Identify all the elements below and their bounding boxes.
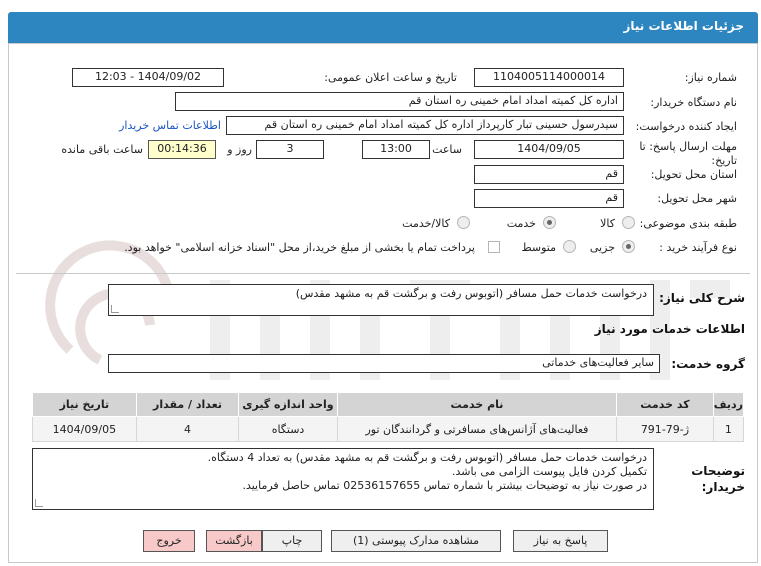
col-row-header: ردیف — [712, 392, 745, 417]
services-table: ردیف کد خدمت نام خدمت واحد اندازه گیری ت… — [32, 392, 745, 442]
view-attachments-button[interactable]: مشاهده مدارک پیوستی (1) — [331, 530, 501, 552]
buyer-notes-textarea[interactable]: درخواست خدمات حمل مسافر (اتوبوس رفت و بر… — [32, 448, 654, 510]
category-label: طبقه بندی موضوعی: — [639, 217, 737, 230]
services-section-title: اطلاعات خدمات مورد نیاز — [594, 322, 745, 336]
category-radio-goods-service[interactable] — [457, 216, 470, 229]
cell-name: فعالیت‌های آژانس‌های مسافرتی و گردانندگا… — [336, 416, 618, 442]
col-qty-header: تعداد / مقدار — [135, 392, 240, 417]
resize-handle-icon[interactable] — [111, 305, 119, 313]
need-number-label: شماره نیاز: — [684, 71, 737, 84]
cell-date: 1404/09/05 — [32, 416, 137, 442]
need-summary-text: درخواست خدمات حمل مسافر (اتوبوس رفت و بر… — [295, 287, 647, 300]
cell-row: 1 — [712, 416, 745, 442]
print-button[interactable]: چاپ — [262, 530, 322, 552]
service-group-label: گروه خدمت: — [671, 357, 745, 371]
col-unit-header: واحد اندازه گیری — [238, 392, 338, 417]
province-field: قم — [474, 165, 624, 184]
service-group-field: سایر فعالیت‌های خدماتی — [108, 354, 660, 373]
purchase-option-medium: متوسط — [521, 241, 556, 254]
col-name-header: نام خدمت — [336, 392, 618, 417]
need-summary-textarea[interactable]: درخواست خدمات حمل مسافر (اتوبوس رفت و بر… — [108, 284, 654, 316]
table-row: 1 ژ-79-791 فعالیت‌های آژانس‌های مسافرتی … — [32, 416, 745, 442]
buyer-notes-line: درخواست خدمات حمل مسافر (اتوبوس رفت و بر… — [207, 451, 647, 464]
creator-field: سیدرسول حسینی تبار کارپرداز اداره کل کمی… — [226, 116, 624, 135]
contact-info-link[interactable]: اطلاعات تماس خریدار — [119, 119, 221, 132]
purchase-radio-medium[interactable] — [563, 240, 576, 253]
purchase-option-minor: جزیی — [589, 241, 615, 254]
col-code-header: کد خدمت — [616, 392, 714, 417]
buyer-notes-label: توضیحات خریدار: — [691, 464, 745, 494]
resize-handle-icon[interactable] — [35, 499, 43, 507]
page-header: جزئیات اطلاعات نیاز — [8, 12, 758, 43]
reply-button[interactable]: پاسخ به نیاز — [513, 530, 608, 552]
city-label: شهر محل تحویل: — [657, 192, 737, 205]
col-date-header: تاریخ نیاز — [32, 392, 137, 417]
announce-date-field: 1404/09/02 - 12:03 — [72, 68, 224, 87]
city-field: قم — [474, 189, 624, 208]
deadline-time-field: 13:00 — [362, 140, 430, 159]
exit-button[interactable]: خروج — [143, 530, 195, 552]
remaining-time-field: 00:14:36 — [148, 140, 216, 159]
days-label: روز و — [227, 143, 252, 156]
buyer-notes-line: در صورت نیاز به توضیحات بیشتر با شماره ت… — [242, 479, 647, 492]
days-remaining-field: 3 — [256, 140, 324, 159]
province-label: استان محل تحویل: — [650, 168, 737, 181]
treasury-payment-note: پرداخت تمام یا بخشی از مبلغ خرید،از محل … — [124, 241, 475, 254]
purchase-radio-minor[interactable] — [622, 240, 635, 253]
page-title: جزئیات اطلاعات نیاز — [623, 19, 744, 33]
purchase-type-label: نوع فرآیند خرید : — [659, 241, 737, 254]
creator-label: ایجاد کننده درخواست: — [635, 120, 737, 133]
deadline-date-field: 1404/09/05 — [474, 140, 624, 159]
cell-qty: 4 — [135, 416, 240, 442]
deadline-hour-label: ساعت — [432, 143, 462, 156]
category-radio-service[interactable] — [543, 216, 556, 229]
cell-code: ژ-79-791 — [616, 416, 714, 442]
category-option-goods-service: کالا/خدمت — [402, 217, 450, 230]
cell-unit: دستگاه — [238, 416, 338, 442]
need-number-field: 1104005114000014 — [474, 68, 624, 87]
deadline-label: مهلت ارسال پاسخ: تا تاریخ: — [639, 140, 737, 167]
need-summary-label: شرح کلی نیاز: — [659, 291, 745, 305]
section-divider — [16, 273, 750, 274]
page: جزئیات اطلاعات نیاز شماره نیاز: 11040051… — [0, 0, 761, 566]
buyer-notes-line: تکمیل کردن فایل پیوست الزامی می باشد. — [451, 465, 647, 478]
back-button[interactable]: بازگشت — [206, 530, 262, 552]
announce-date-label: تاریخ و ساعت اعلان عمومی: — [324, 71, 457, 84]
category-radio-goods[interactable] — [622, 216, 635, 229]
category-option-goods: کالا — [600, 217, 615, 230]
category-option-service: خدمت — [506, 217, 536, 230]
treasury-payment-checkbox[interactable] — [488, 241, 500, 253]
buyer-org-field: اداره کل کمیته امداد امام خمینی ره استان… — [175, 92, 624, 111]
remaining-time-label: ساعت باقی مانده — [61, 143, 143, 156]
buyer-org-label: نام دستگاه خریدار: — [650, 96, 737, 109]
